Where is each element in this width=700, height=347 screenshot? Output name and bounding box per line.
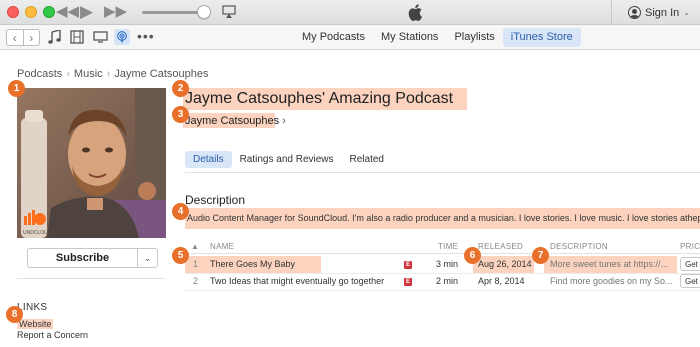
episode-name[interactable]: There Goes My Baby <box>210 259 295 269</box>
column-header-time[interactable]: TIME <box>438 242 458 251</box>
user-icon <box>628 6 641 19</box>
column-header-released[interactable]: RELEASED <box>478 242 523 251</box>
column-header-description[interactable]: DESCRIPTION <box>550 242 608 251</box>
close-window-button[interactable] <box>7 6 19 18</box>
page-title: Jayme Catsouphes' Amazing Podcast <box>185 90 454 107</box>
episode-released: Apr 8, 2014 <box>478 276 525 286</box>
tab-my-stations[interactable]: My Stations <box>373 28 446 47</box>
author-link[interactable]: Jayme Catsouphes › <box>185 115 286 127</box>
annotation-marker-5: 5 <box>172 247 189 264</box>
get-button[interactable]: Get <box>680 257 700 271</box>
tv-icon[interactable] <box>93 30 108 47</box>
episode-time: 2 min <box>436 276 459 286</box>
breadcrumb-current: Jayme Catsouphes <box>114 68 209 80</box>
chevron-down-icon[interactable]: ⌄ <box>137 249 157 267</box>
track-number: 1 <box>193 259 199 269</box>
annotation-marker-6: 6 <box>464 247 481 264</box>
annotation-marker-8: 8 <box>6 306 23 323</box>
sign-in-button[interactable]: Sign In ⌄ <box>611 0 700 25</box>
divider <box>185 290 700 291</box>
more-icon[interactable]: ••• <box>137 28 155 44</box>
subscribe-button[interactable]: Subscribe ⌄ <box>27 248 158 268</box>
annotation-marker-7: 7 <box>532 247 549 264</box>
chevron-right-icon: › <box>282 115 286 127</box>
airplay-icon[interactable] <box>222 5 236 22</box>
volume-slider-knob[interactable] <box>197 5 211 19</box>
tab-itunes-store[interactable]: iTunes Store <box>502 28 581 47</box>
podcast-artwork: UNDCLOUD <box>17 88 166 238</box>
author-name: Jayme Catsouphes <box>185 115 280 127</box>
breadcrumb-music[interactable]: Music <box>74 68 103 80</box>
chevron-right-icon: › <box>106 68 111 80</box>
episode-description: Find more goodies on my So... <box>550 276 673 286</box>
library-tabs: My Podcasts My Stations Playlists iTunes… <box>294 28 581 47</box>
forward-button[interactable]: › <box>22 30 40 45</box>
episode-time: 3 min <box>436 259 459 269</box>
track-number: 2 <box>193 276 199 286</box>
chevron-down-icon: ⌄ <box>683 8 690 17</box>
explicit-badge: E <box>404 278 412 286</box>
annotation-marker-2: 2 <box>172 80 189 97</box>
tab-details[interactable]: Details <box>185 151 232 168</box>
breadcrumb: Podcasts › Music › Jayme Catsouphes <box>17 68 209 80</box>
episode-description: More sweet tunes at https://... <box>550 259 669 269</box>
podcasts-icon[interactable] <box>114 29 130 45</box>
history-nav: ‹ › <box>6 29 40 46</box>
subscribe-label: Subscribe <box>55 252 110 264</box>
explicit-badge: E <box>404 261 412 269</box>
annotation-marker-3: 3 <box>172 106 189 123</box>
minimize-window-button[interactable] <box>25 6 37 18</box>
table-row[interactable]: 2 Two Ideas that might eventually go tog… <box>185 273 700 290</box>
previous-track-icon[interactable]: ◀◀ <box>56 3 79 21</box>
episode-released: Aug 26, 2014 <box>478 259 532 269</box>
zoom-window-button[interactable] <box>43 6 55 18</box>
sign-in-label: Sign In <box>645 6 680 19</box>
tab-my-podcasts[interactable]: My Podcasts <box>294 28 373 47</box>
tab-ratings-reviews[interactable]: Ratings and Reviews <box>232 151 342 168</box>
report-concern-link[interactable]: Report a Concern <box>17 330 88 340</box>
divider <box>185 253 700 254</box>
back-button[interactable]: ‹ <box>7 30 23 45</box>
breadcrumb-podcasts[interactable]: Podcasts <box>17 68 62 80</box>
chevron-right-icon: › <box>66 68 70 80</box>
table-row[interactable]: 1 There Goes My Baby E 3 min Aug 26, 201… <box>185 256 700 273</box>
next-track-icon[interactable]: ▶▶ <box>104 3 127 21</box>
apple-logo-icon <box>406 2 426 26</box>
tab-playlists[interactable]: Playlists <box>446 28 502 47</box>
episode-name[interactable]: Two Ideas that might eventually go toget… <box>210 276 384 286</box>
play-icon[interactable]: ▶ <box>80 3 93 21</box>
website-link[interactable]: Website <box>17 319 54 329</box>
music-note-icon[interactable] <box>48 29 61 47</box>
annotation-marker-4: 4 <box>172 203 189 220</box>
divider <box>17 278 165 279</box>
title-bar: ◀◀ ▶ ▶▶ Sign In ⌄ <box>0 0 700 25</box>
divider <box>185 172 700 173</box>
get-button[interactable]: Get <box>680 274 700 288</box>
toolbar: ‹ › ••• My Podcasts My Stations Playlist… <box>0 25 700 50</box>
column-header-price[interactable]: PRIC <box>680 242 700 251</box>
tab-related[interactable]: Related <box>342 151 392 168</box>
column-header-name[interactable]: NAME <box>210 242 234 251</box>
sort-arrow-icon[interactable]: ▲ <box>191 242 199 251</box>
film-strip-icon[interactable] <box>70 30 84 47</box>
detail-tabs: Details Ratings and Reviews Related <box>185 151 392 168</box>
annotation-marker-1: 1 <box>8 80 25 97</box>
description-heading: Description <box>185 193 246 207</box>
description-text: Audio Content Manager for SoundCloud. I'… <box>187 213 700 223</box>
